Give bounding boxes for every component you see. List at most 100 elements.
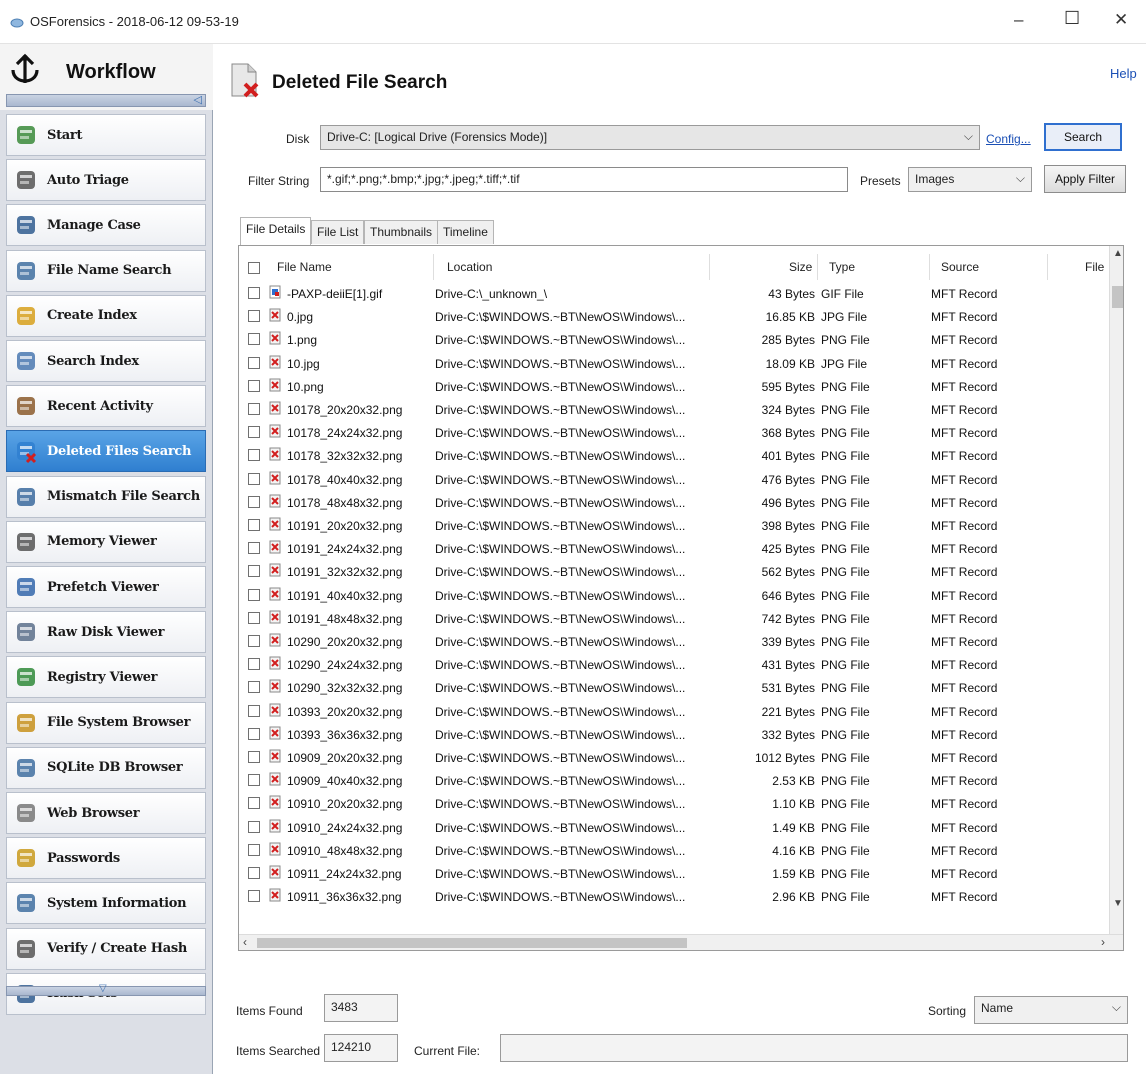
row-checkbox[interactable] bbox=[248, 565, 260, 578]
sidebar-item-web-browser[interactable]: Web Browser bbox=[6, 792, 206, 834]
row-checkbox[interactable] bbox=[248, 820, 260, 833]
maximize-button[interactable]: ☐ bbox=[1064, 8, 1080, 29]
column-header-type[interactable]: Type bbox=[829, 260, 855, 274]
sidebar-item-registry-viewer[interactable]: Registry Viewer bbox=[6, 656, 206, 699]
row-checkbox[interactable] bbox=[248, 797, 260, 810]
row-checkbox[interactable] bbox=[248, 310, 260, 323]
row-checkbox[interactable] bbox=[248, 356, 260, 369]
apply-filter-button[interactable]: Apply Filter bbox=[1044, 165, 1126, 193]
row-checkbox[interactable] bbox=[248, 379, 260, 392]
table-row[interactable]: 10178_40x40x32.png Drive-C:\$WINDOWS.~BT\… bbox=[239, 470, 1109, 493]
sidebar-item-mismatch-file-search[interactable]: Mismatch File Search bbox=[6, 475, 206, 518]
column-header-location[interactable]: Location bbox=[447, 260, 492, 274]
row-checkbox[interactable] bbox=[248, 751, 260, 763]
row-checkbox[interactable] bbox=[248, 774, 260, 787]
sidebar-collapse-bar[interactable]: ◁ bbox=[6, 94, 206, 107]
collapse-arrow-icon[interactable]: ◁ bbox=[194, 93, 202, 106]
close-button[interactable]: ✕ bbox=[1114, 10, 1128, 30]
filter-string-input[interactable]: *.gif;*.png;*.bmp;*.jpg;*.jpeg;*.tiff;*.… bbox=[320, 167, 848, 192]
table-row[interactable]: 10191_24x24x32.png Drive-C:\$WINDOWS.~BT\… bbox=[239, 539, 1109, 562]
table-row[interactable]: 10393_20x20x32.png Drive-C:\$WINDOWS.~BT\… bbox=[239, 702, 1109, 725]
vertical-scroll-thumb[interactable] bbox=[1112, 286, 1123, 308]
row-checkbox[interactable] bbox=[248, 472, 260, 485]
select-all-checkbox[interactable] bbox=[248, 262, 260, 274]
table-row[interactable]: 10290_32x32x32.png Drive-C:\$WINDOWS.~BT\… bbox=[239, 678, 1109, 701]
tab-timeline[interactable]: Timeline bbox=[437, 220, 494, 244]
table-row[interactable]: 10191_48x48x32.png Drive-C:\$WINDOWS.~BT\… bbox=[239, 609, 1109, 632]
column-header-source[interactable]: Source bbox=[941, 260, 979, 274]
sidebar-item-memory-viewer[interactable]: Memory Viewer bbox=[6, 520, 206, 563]
scroll-down-arrow-icon[interactable]: ▽ bbox=[99, 983, 107, 994]
sidebar-item-system-information[interactable]: System Information bbox=[6, 882, 206, 925]
column-header-file[interactable]: File bbox=[1085, 260, 1104, 274]
table-row[interactable]: 10909_20x20x32.png Drive-C:\$WINDOWS.~BT\… bbox=[239, 748, 1109, 771]
column-header-file-name[interactable]: File Name bbox=[277, 260, 332, 274]
search-button[interactable]: Search bbox=[1044, 123, 1122, 151]
row-checkbox[interactable] bbox=[248, 519, 260, 531]
sidebar-item-recent-activity[interactable]: Recent Activity bbox=[6, 385, 206, 428]
scroll-left-icon[interactable]: ‹ bbox=[243, 935, 247, 949]
sidebar-item-search-index[interactable]: Search Index bbox=[6, 340, 206, 382]
table-row[interactable]: 10178_20x20x32.png Drive-C:\$WINDOWS.~BT\… bbox=[239, 400, 1109, 423]
table-row[interactable]: 10911_24x24x32.png Drive-C:\$WINDOWS.~BT\… bbox=[239, 864, 1109, 887]
row-checkbox[interactable] bbox=[248, 681, 260, 694]
horizontal-scrollbar[interactable]: ‹ › bbox=[239, 934, 1123, 950]
table-row[interactable]: 10393_36x36x32.png Drive-C:\$WINDOWS.~BT\… bbox=[239, 725, 1109, 748]
table-row[interactable]: 10290_24x24x32.png Drive-C:\$WINDOWS.~BT\… bbox=[239, 655, 1109, 678]
column-separator[interactable] bbox=[817, 254, 818, 280]
table-row[interactable]: 10911_36x36x32.png Drive-C:\$WINDOWS.~BT\… bbox=[239, 887, 1109, 910]
table-row[interactable]: 10290_20x20x32.png Drive-C:\$WINDOWS.~BT\… bbox=[239, 632, 1109, 655]
table-row[interactable]: 10.png Drive-C:\$WINDOWS.~BT\NewOS\Window… bbox=[239, 377, 1109, 400]
sidebar-item-start[interactable]: Start bbox=[6, 114, 206, 156]
table-row[interactable]: 10191_32x32x32.png Drive-C:\$WINDOWS.~BT\… bbox=[239, 562, 1109, 585]
sidebar-scroll-down[interactable]: ▽ bbox=[6, 983, 206, 996]
table-row[interactable]: 10191_40x40x32.png Drive-C:\$WINDOWS.~BT\… bbox=[239, 586, 1109, 609]
config-link[interactable]: Config... bbox=[986, 132, 1031, 146]
column-header-size[interactable]: Size bbox=[789, 260, 812, 274]
row-checkbox[interactable] bbox=[248, 658, 260, 671]
row-checkbox[interactable] bbox=[248, 333, 260, 346]
scroll-right-icon[interactable]: › bbox=[1101, 935, 1105, 949]
row-checkbox[interactable] bbox=[248, 403, 260, 415]
table-row[interactable]: -PAXP-deiiE[1].gif Drive-C:\_unknown_\ 43 … bbox=[239, 284, 1109, 307]
row-checkbox[interactable] bbox=[248, 704, 260, 717]
column-separator[interactable] bbox=[1047, 254, 1048, 280]
row-checkbox[interactable] bbox=[248, 287, 260, 299]
row-checkbox[interactable] bbox=[248, 426, 260, 439]
minimize-button[interactable]: – bbox=[1014, 10, 1023, 30]
table-row[interactable]: 10910_20x20x32.png Drive-C:\$WINDOWS.~BT\… bbox=[239, 794, 1109, 817]
tab-file-details[interactable]: File Details bbox=[240, 217, 312, 245]
row-checkbox[interactable] bbox=[248, 727, 260, 740]
row-checkbox[interactable] bbox=[248, 867, 260, 879]
sidebar-item-verify-create-hash[interactable]: Verify / Create Hash bbox=[6, 927, 206, 970]
table-row[interactable]: 10191_20x20x32.png Drive-C:\$WINDOWS.~BT\… bbox=[239, 516, 1109, 539]
column-separator[interactable] bbox=[709, 254, 710, 280]
row-checkbox[interactable] bbox=[248, 449, 260, 462]
sidebar-item-deleted-files-search[interactable]: Deleted Files Search bbox=[6, 430, 206, 473]
sidebar-item-manage-case[interactable]: Manage Case bbox=[6, 204, 206, 247]
sidebar-item-auto-triage[interactable]: Auto Triage bbox=[6, 159, 206, 202]
row-checkbox[interactable] bbox=[248, 588, 260, 601]
row-checkbox[interactable] bbox=[248, 890, 260, 903]
sidebar-item-prefetch-viewer[interactable]: Prefetch Viewer bbox=[6, 566, 206, 608]
disk-select[interactable]: Drive-C: [Logical Drive (Forensics Mode)… bbox=[320, 125, 980, 150]
row-checkbox[interactable] bbox=[248, 495, 260, 508]
row-checkbox[interactable] bbox=[248, 611, 260, 624]
vertical-scrollbar[interactable]: ▲ ▼ bbox=[1109, 246, 1123, 934]
help-link[interactable]: Help bbox=[1110, 66, 1137, 81]
scroll-up-icon[interactable]: ▲ bbox=[1113, 248, 1123, 259]
table-row[interactable]: 10909_40x40x32.png Drive-C:\$WINDOWS.~BT\… bbox=[239, 771, 1109, 794]
row-checkbox[interactable] bbox=[248, 635, 260, 647]
table-row[interactable]: 10178_24x24x32.png Drive-C:\$WINDOWS.~BT\… bbox=[239, 423, 1109, 446]
sidebar-item-file-system-browser[interactable]: File System Browser bbox=[6, 701, 206, 744]
tab-thumbnails[interactable]: Thumbnails bbox=[364, 220, 439, 244]
table-row[interactable]: 0.jpg Drive-C:\$WINDOWS.~BT\NewOS\Windows… bbox=[239, 307, 1109, 330]
horizontal-scroll-thumb[interactable] bbox=[257, 938, 687, 948]
table-row[interactable]: 10910_48x48x32.png Drive-C:\$WINDOWS.~BT\… bbox=[239, 841, 1109, 864]
row-checkbox[interactable] bbox=[248, 843, 260, 856]
sidebar-item-sqlite-db-browser[interactable]: SQLite DB Browser bbox=[6, 746, 206, 789]
presets-select[interactable]: Images ⌵ bbox=[908, 167, 1032, 192]
table-row[interactable]: 10178_48x48x32.png Drive-C:\$WINDOWS.~BT\… bbox=[239, 493, 1109, 516]
table-row[interactable]: 1.png Drive-C:\$WINDOWS.~BT\NewOS\Windows… bbox=[239, 330, 1109, 353]
sidebar-item-create-index[interactable]: Create Index bbox=[6, 294, 206, 337]
